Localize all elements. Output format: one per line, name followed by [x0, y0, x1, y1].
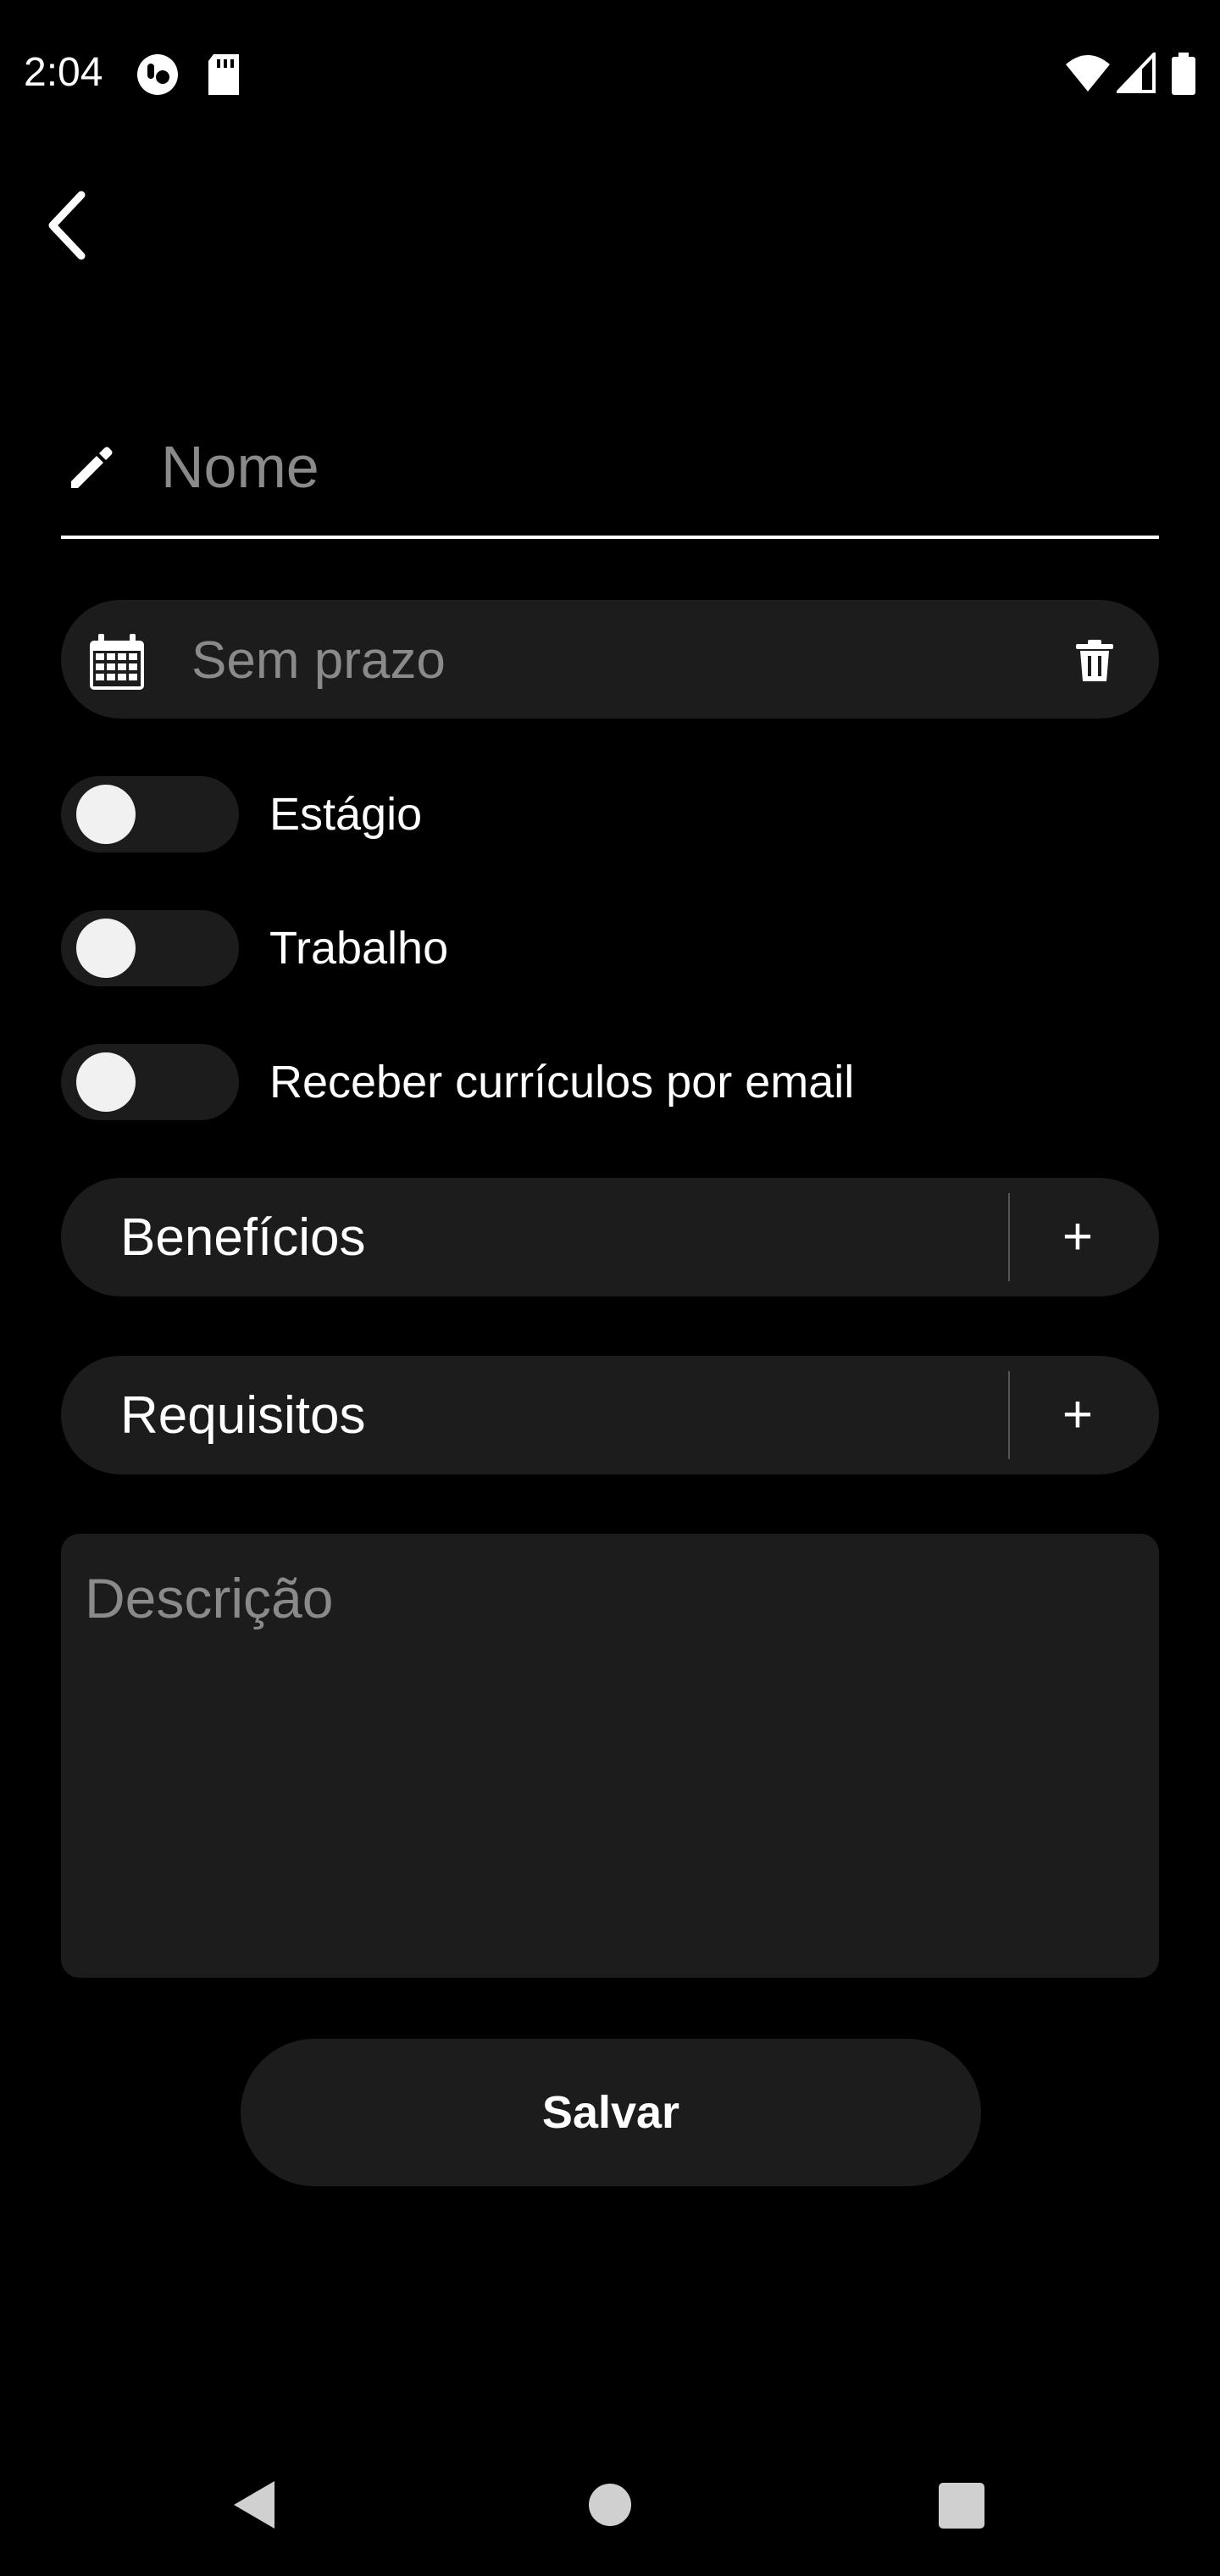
name-input[interactable]: Nome	[161, 429, 319, 505]
wifi-icon	[1066, 55, 1110, 92]
divider	[1008, 1193, 1010, 1281]
requirements-label: Requisitos	[120, 1386, 366, 1445]
save-button[interactable]: Salvar	[241, 2039, 981, 2186]
name-field[interactable]: Nome	[61, 407, 1159, 539]
add-benefit-button[interactable]: +	[1035, 1195, 1120, 1280]
divider	[1008, 1371, 1010, 1459]
email-resumes-toggle[interactable]	[61, 1044, 239, 1120]
toggle-label: Trabalho	[269, 923, 449, 974]
add-requirement-button[interactable]: +	[1035, 1373, 1120, 1457]
status-bar: 2:04	[0, 0, 1220, 144]
estagio-toggle[interactable]	[61, 776, 239, 852]
benefits-section[interactable]: Benefícios +	[61, 1178, 1159, 1296]
status-time: 2:04	[24, 50, 103, 95]
deadline-field[interactable]: Sem prazo	[61, 600, 1159, 719]
deadline-value: Sem prazo	[191, 631, 446, 690]
app-notification-icon	[137, 54, 178, 95]
back-arrow-icon	[48, 191, 86, 260]
back-button[interactable]	[25, 183, 110, 268]
toggle-knob	[76, 919, 136, 978]
benefits-label: Benefícios	[120, 1208, 366, 1267]
toggle-knob	[76, 785, 136, 844]
navigation-bar	[0, 2440, 1220, 2576]
signal-icon	[1117, 53, 1156, 93]
nav-back-icon[interactable]	[229, 2478, 278, 2532]
pencil-icon	[71, 447, 113, 488]
toggle-row-estagio: Estágio	[61, 776, 1159, 852]
description-field[interactable]: Descrição	[61, 1534, 1159, 1978]
nav-recents-icon[interactable]	[939, 2483, 984, 2529]
trash-icon[interactable]	[1074, 639, 1115, 683]
trabalho-toggle[interactable]	[61, 910, 239, 986]
description-input[interactable]: Descrição	[85, 1564, 333, 1632]
toggle-row-trabalho: Trabalho	[61, 910, 1159, 986]
battery-icon	[1172, 53, 1195, 95]
sd-card-icon	[208, 54, 239, 95]
nav-home-icon[interactable]	[588, 2483, 632, 2527]
toggle-knob	[76, 1052, 136, 1112]
toggle-label: Receber currículos por email	[269, 1057, 855, 1108]
toggle-label: Estágio	[269, 789, 423, 840]
toggle-row-email: Receber currículos por email	[61, 1044, 1159, 1120]
requirements-section[interactable]: Requisitos +	[61, 1356, 1159, 1474]
calendar-icon	[90, 634, 144, 690]
